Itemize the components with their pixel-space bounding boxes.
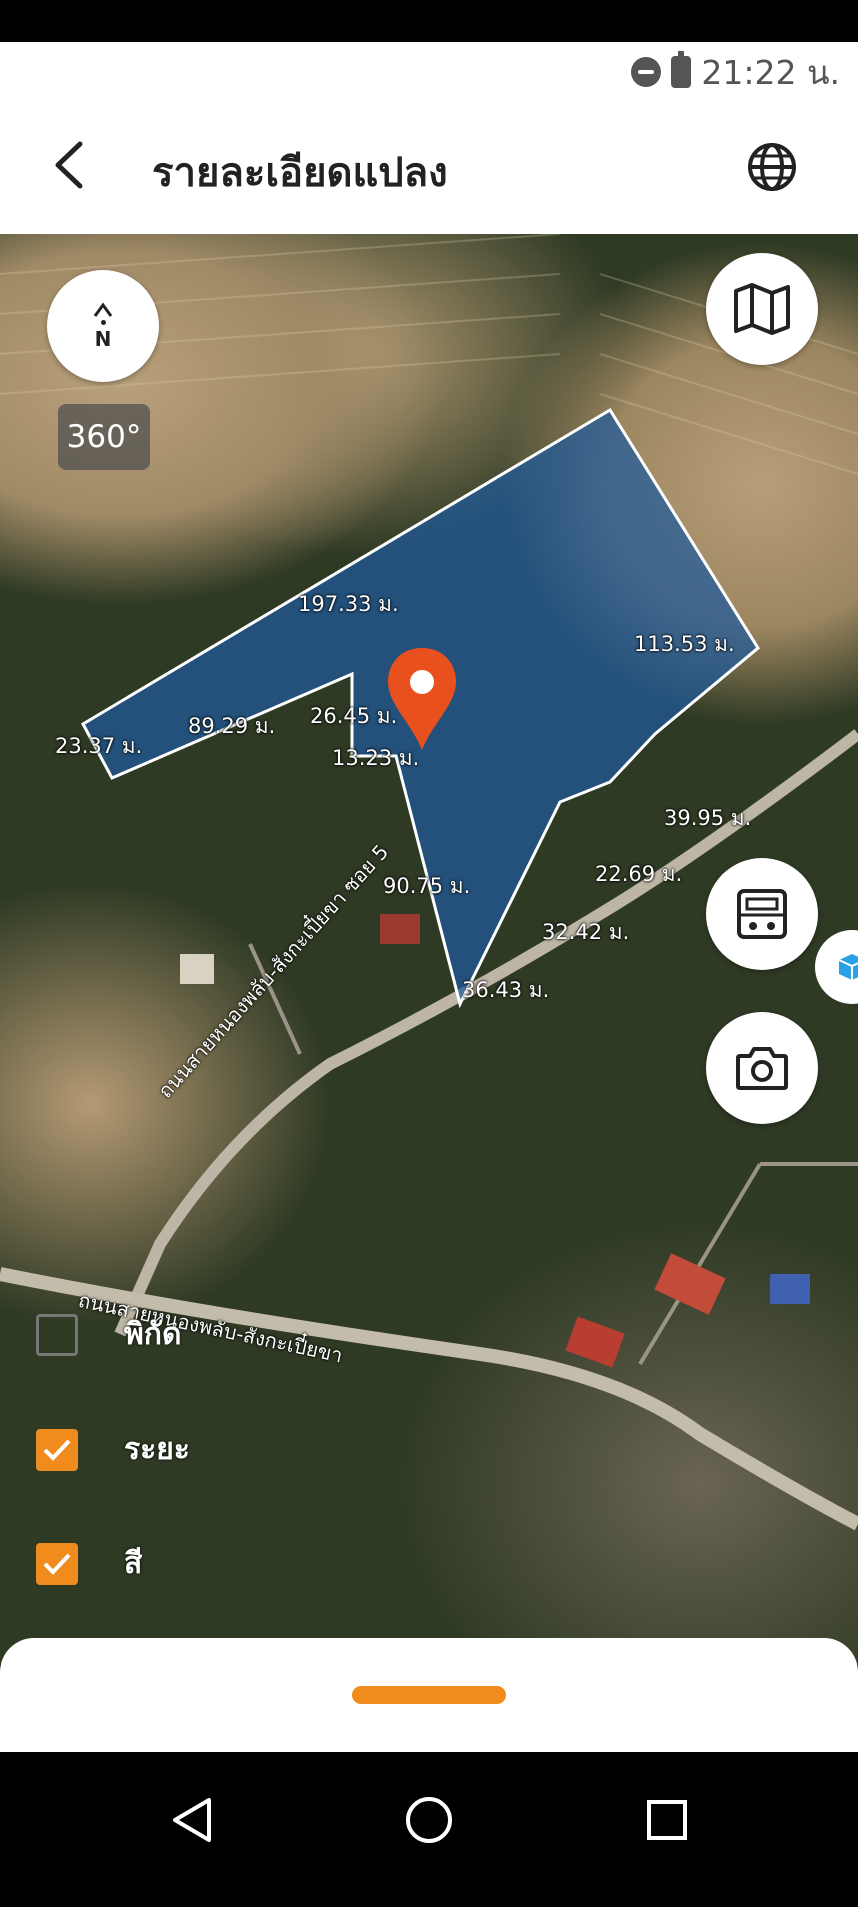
house-roof bbox=[770, 1274, 810, 1304]
compass-dot bbox=[100, 319, 106, 325]
nav-home-button[interactable] bbox=[389, 1780, 469, 1860]
checkbox-unchecked[interactable] bbox=[36, 1313, 78, 1356]
map-type-button[interactable] bbox=[706, 253, 818, 365]
house-roof bbox=[380, 914, 420, 944]
status-time: 21:22 น. bbox=[701, 52, 840, 92]
nav-back-button[interactable] bbox=[152, 1780, 232, 1860]
dimension-label: 39.95 ม. bbox=[664, 806, 752, 830]
home-circle-icon bbox=[406, 1797, 452, 1843]
camera-icon bbox=[736, 1047, 788, 1090]
compass-north-label: N bbox=[94, 326, 112, 351]
layer-toggle-distance[interactable]: ระยะ bbox=[36, 1426, 190, 1473]
compass-button[interactable]: N bbox=[47, 270, 159, 382]
dimension-label: 113.53 ม. bbox=[634, 632, 735, 656]
back-button[interactable] bbox=[40, 135, 96, 195]
nav-recents-button[interactable] bbox=[627, 1780, 707, 1860]
globe-button[interactable] bbox=[742, 137, 802, 197]
layer-label: สี bbox=[124, 1546, 143, 1581]
layer-label: พิกัด bbox=[124, 1317, 182, 1352]
do-not-disturb-icon bbox=[631, 57, 662, 87]
recents-square-icon bbox=[647, 1800, 687, 1840]
dimension-label: 13.23 ม. bbox=[332, 746, 420, 770]
camera-button[interactable] bbox=[706, 1012, 818, 1124]
map-icon bbox=[734, 283, 790, 335]
house-roof bbox=[180, 954, 214, 984]
north-arrow-icon bbox=[93, 301, 113, 317]
dimension-label: 90.75 ม. bbox=[383, 874, 471, 898]
back-triangle-icon bbox=[173, 1798, 211, 1842]
checkmark-icon bbox=[43, 1439, 71, 1461]
cube-icon bbox=[838, 954, 858, 980]
dimension-label: 36.43 ม. bbox=[462, 978, 550, 1002]
page-title: รายละเอียดแปลง bbox=[152, 150, 448, 196]
layer-toggle-color[interactable]: สี bbox=[36, 1540, 142, 1587]
globe-icon bbox=[748, 143, 796, 191]
calculator-button[interactable] bbox=[706, 858, 818, 970]
degree-badge[interactable]: 360° bbox=[58, 404, 150, 470]
layer-label: ระยะ bbox=[124, 1432, 190, 1467]
status-bar bbox=[0, 0, 858, 42]
checkbox-checked[interactable] bbox=[36, 1542, 78, 1585]
battery-charging-icon bbox=[671, 51, 692, 88]
chevron-left-icon bbox=[55, 141, 83, 189]
checkmark-icon bbox=[43, 1553, 71, 1575]
house-roof bbox=[654, 1253, 726, 1315]
dimension-label: 32.42 ม. bbox=[542, 920, 630, 944]
dimension-label: 197.33 ม. bbox=[298, 592, 399, 616]
dimension-label: 89.29 ม. bbox=[188, 714, 276, 738]
house-roof bbox=[565, 1316, 625, 1368]
status-indicators: 21:22 น. bbox=[631, 50, 840, 94]
calculator-icon bbox=[737, 889, 787, 939]
layer-toggle-coordinates[interactable]: พิกัด bbox=[36, 1311, 181, 1358]
checkbox-checked[interactable] bbox=[36, 1428, 78, 1471]
sheet-drag-handle[interactable] bbox=[352, 1686, 506, 1704]
dimension-label: 26.45 ม. bbox=[310, 704, 398, 728]
dimension-label: 23.37 ม. bbox=[55, 734, 143, 758]
dimension-label: 22.69 ม. bbox=[595, 862, 683, 886]
